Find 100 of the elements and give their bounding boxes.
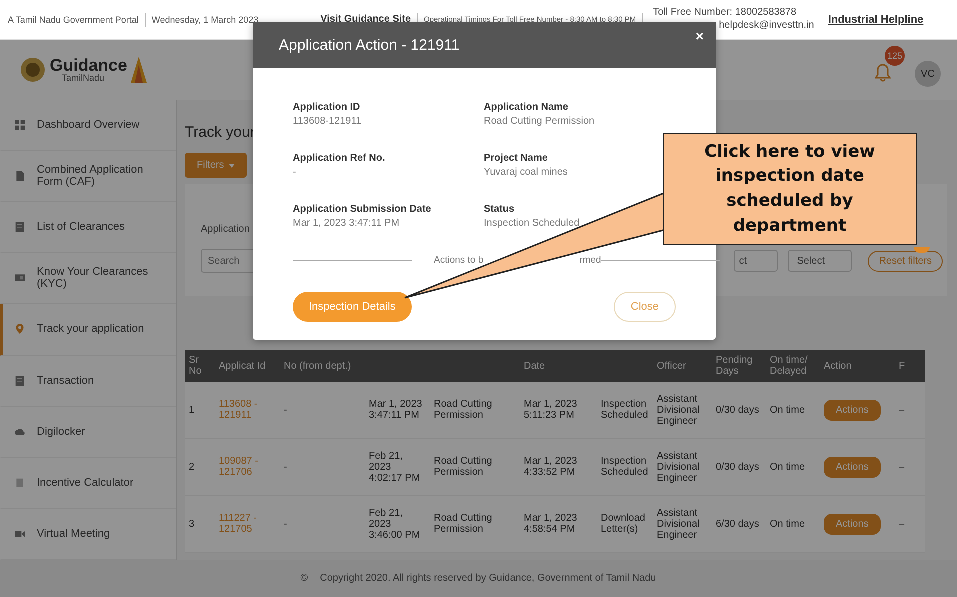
sidebar-item[interactable]: List of Clearances: [0, 202, 176, 254]
inspection-details-button[interactable]: Inspection Details: [293, 292, 412, 322]
dialog-title: Application Action - 121911: [279, 36, 460, 54]
table-cell: Mar 1, 2023 4:58:54 PM: [520, 496, 597, 552]
select-field[interactable]: Select: [788, 250, 852, 272]
field-value: 113608-121911: [293, 116, 363, 127]
notification-badge: 125: [885, 46, 905, 66]
field-label: Application Submission Date: [293, 204, 432, 215]
table-cell: -: [280, 382, 365, 438]
field-label: Application Ref No.: [293, 153, 386, 164]
emblem-icon: [20, 57, 46, 83]
callout-box: Click here to view inspection date scheduled by department: [663, 133, 917, 245]
bell-icon[interactable]: [875, 64, 891, 82]
column-header: Action: [820, 350, 895, 382]
filter-label: Application: [201, 224, 250, 235]
table-cell: 2: [185, 438, 215, 496]
actions-button[interactable]: Actions: [824, 514, 881, 534]
section-divider-text: Actions to b: [434, 255, 484, 266]
portal-name: A Tamil Nadu Government Portal: [8, 14, 139, 24]
table-cell: Assistant Divisional Engineer: [653, 496, 712, 552]
document-icon: [15, 171, 25, 182]
copyright-text: Copyright 2020. All rights reserved by Guidance, Government of Tamil Nadu: [320, 573, 656, 584]
logo-title: Guidance: [50, 57, 128, 74]
list-icon: [15, 376, 25, 386]
logo-subtitle: TamilNadu: [61, 74, 106, 83]
table-cell: 0/30 days: [712, 438, 766, 496]
filters-button[interactable]: Filters: [185, 153, 248, 178]
field-value: Road Cutting Permission: [484, 116, 596, 127]
sidebar-item[interactable]: Dashboard Overview: [0, 100, 176, 152]
table-cell: 3: [185, 496, 215, 552]
column-header: Sr No: [185, 350, 215, 382]
reset-filters-button[interactable]: Reset filters: [868, 250, 943, 272]
actions-button[interactable]: Actions: [824, 400, 881, 420]
sidebar-item[interactable]: Digilocker: [0, 406, 176, 458]
field-label: Status: [484, 204, 516, 215]
user-avatar[interactable]: VC: [915, 61, 941, 87]
video-icon: [15, 528, 25, 539]
sidebar-item[interactable]: Know Your Clearances (KYC): [0, 253, 176, 304]
field-label: Application ID: [293, 102, 362, 113]
table-cell: -: [280, 438, 365, 496]
table-cell: Mar 1, 2023 4:33:52 PM: [520, 438, 597, 496]
column-header: F: [895, 350, 925, 382]
field-label: Project Name: [484, 153, 549, 164]
actions-button[interactable]: Actions: [824, 456, 881, 478]
column-header: Date: [520, 350, 597, 382]
table-cell: Assistant Divisional Engineer: [653, 438, 712, 496]
table-cell: 1: [185, 382, 215, 438]
table-cell: -: [280, 496, 365, 552]
table-cell: Mar 1, 2023 5:11:23 PM: [520, 382, 597, 438]
table-cell: –: [895, 496, 925, 552]
sidebar-item[interactable]: Transaction: [0, 356, 176, 407]
close-button[interactable]: Close: [614, 292, 676, 322]
table-cell: Road Cutting Permission: [430, 438, 520, 496]
table-cell: Inspection Scheduled: [597, 382, 653, 438]
table-cell: On time: [766, 496, 820, 552]
table-cell: Mar 1, 2023 3:47:11 PM: [365, 382, 430, 438]
field-value: -: [293, 167, 298, 178]
table-cell[interactable]: 111227 - 121705: [215, 496, 280, 552]
field-label: Application Name: [484, 102, 570, 113]
table-cell: Assistant Divisional Engineer: [653, 382, 712, 438]
cloud-icon: [15, 426, 25, 437]
location-pin-icon: [15, 324, 25, 334]
card-icon: [15, 273, 25, 284]
close-icon[interactable]: ×: [696, 28, 704, 44]
copyright-mark: ©: [300, 573, 308, 584]
sidebar-item[interactable]: Track your application: [0, 304, 176, 356]
column-header: On time/ Delayed: [766, 350, 820, 382]
table-cell: Feb 21, 2023 4:02:17 PM: [365, 438, 430, 496]
logo-mark-icon: [131, 57, 148, 83]
column-header: Pending Days: [712, 350, 766, 382]
table-cell: On time: [766, 438, 820, 496]
table-cell: Road Cutting Permission: [430, 382, 520, 438]
table-cell: –: [895, 382, 925, 438]
helpdesk-email: helpdesk@investtn.in: [719, 20, 814, 30]
table-cell: On time: [766, 382, 820, 438]
list-icon: [15, 222, 25, 232]
table-cell[interactable]: 109087 - 121706: [215, 438, 280, 496]
table-cell: Download Letter(s): [597, 496, 653, 552]
column-header: Applicat Id: [215, 350, 280, 382]
select-field[interactable]: ct: [734, 250, 778, 272]
column-header: No (from dept.): [280, 350, 365, 382]
column-header: Officer: [653, 350, 712, 382]
industrial-helpline-link[interactable]: Industrial Helpline: [828, 14, 924, 26]
sidebar-item[interactable]: Combined Application Form (CAF): [0, 151, 176, 202]
table-cell: –: [895, 438, 925, 496]
guidance-site-link[interactable]: Visit Guidance Site: [320, 14, 412, 25]
caret-icon: [229, 164, 236, 168]
section-divider-text: rmed: [580, 255, 602, 266]
page-title: Track your: [185, 124, 256, 141]
grid-icon: [15, 120, 25, 130]
table-cell: 6/30 days: [712, 496, 766, 552]
sidebar-item[interactable]: Incentive Calculator: [0, 458, 176, 509]
field-value: Yuvaraj coal mines: [484, 167, 569, 178]
field-value: Mar 1, 2023 3:47:11 PM: [293, 218, 401, 229]
calculator-icon: [15, 478, 25, 488]
field-value: Inspection Scheduled: [484, 218, 581, 229]
table-cell[interactable]: 113608 - 121911: [215, 382, 280, 438]
table-cell: Road Cutting Permission: [430, 496, 520, 552]
table-cell: Inspection Scheduled: [597, 438, 653, 496]
toll-free-number: Toll Free Number: 18002583878: [653, 7, 798, 20]
